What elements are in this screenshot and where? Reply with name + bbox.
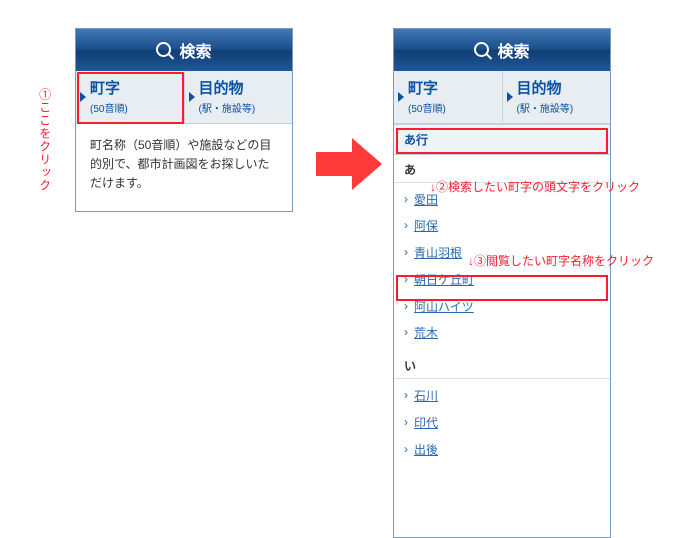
tab-machiaza[interactable]: 町字 (50音順) (394, 71, 502, 123)
header-label: 検索 (179, 38, 211, 62)
chevron-right-icon (507, 92, 513, 102)
header-label: 検索 (497, 38, 529, 62)
annotation-step2: ↓②検索したい町字の頭文字をクリック (430, 180, 640, 196)
list-item[interactable]: 石川 (394, 383, 610, 410)
tab-machiaza-title: 町字 (90, 81, 178, 98)
tab-mokuteki-sub: (駅・施設等) (517, 100, 605, 115)
chevron-right-icon (189, 92, 195, 102)
list-item[interactable]: 出後 (394, 437, 610, 464)
tab-mokuteki[interactable]: 目的物 (駅・施設等) (502, 71, 611, 123)
link-list-i: 石川 印代 出後 (394, 379, 610, 467)
annotation-step1-text: ここをクリック (38, 101, 52, 192)
search-panel-left: 検索 町字 (50音順) 目的物 (駅・施設等) 町名称（50音順）や施設などの… (75, 28, 293, 212)
chevron-right-icon (398, 92, 404, 102)
tab-mokuteki-title: 目的物 (199, 81, 287, 98)
tab-machiaza-title: 町字 (408, 81, 496, 98)
tab-machiaza-sub: (50音順) (408, 100, 496, 115)
tab-machiaza-sub: (50音順) (90, 100, 178, 115)
section-a-gyou[interactable]: あ行 (394, 124, 610, 155)
tab-machiaza[interactable]: 町字 (50音順) (76, 71, 184, 123)
annotation-step1: ①ここをクリック (36, 88, 52, 192)
list-item[interactable]: 阿保 (394, 213, 610, 240)
letter-a[interactable]: あ (394, 155, 610, 183)
chevron-right-icon (80, 92, 86, 102)
tab-mokuteki-sub: (駅・施設等) (199, 100, 287, 115)
list-item[interactable]: 印代 (394, 410, 610, 437)
tab-bar: 町字 (50音順) 目的物 (駅・施設等) (76, 71, 292, 124)
annotation-step1-number: ① (38, 88, 52, 101)
search-icon (156, 42, 171, 57)
tab-bar: 町字 (50音順) 目的物 (駅・施設等) (394, 71, 610, 124)
annotation-step3: ↓③閲覧したい町字名称をクリック (468, 254, 654, 270)
panel-description: 町名称（50音順）や施設などの目的別で、都市計画図をお探しいただけます。 (76, 124, 292, 212)
search-icon (474, 42, 489, 57)
list-item[interactable]: 阿山ハイツ (394, 294, 610, 321)
search-panel-right: 検索 町字 (50音順) 目的物 (駅・施設等) あ行 あ 愛田 阿保 青山羽根… (393, 28, 611, 538)
panel-header: 検索 (394, 29, 610, 71)
letter-i[interactable]: い (394, 351, 610, 379)
panel-header: 検索 (76, 29, 292, 71)
list-item[interactable]: 荒木 (394, 320, 610, 347)
list-item[interactable]: 朝日ケ丘町 (394, 267, 610, 294)
tab-mokuteki[interactable]: 目的物 (駅・施設等) (184, 71, 293, 123)
tab-mokuteki-title: 目的物 (517, 81, 605, 98)
